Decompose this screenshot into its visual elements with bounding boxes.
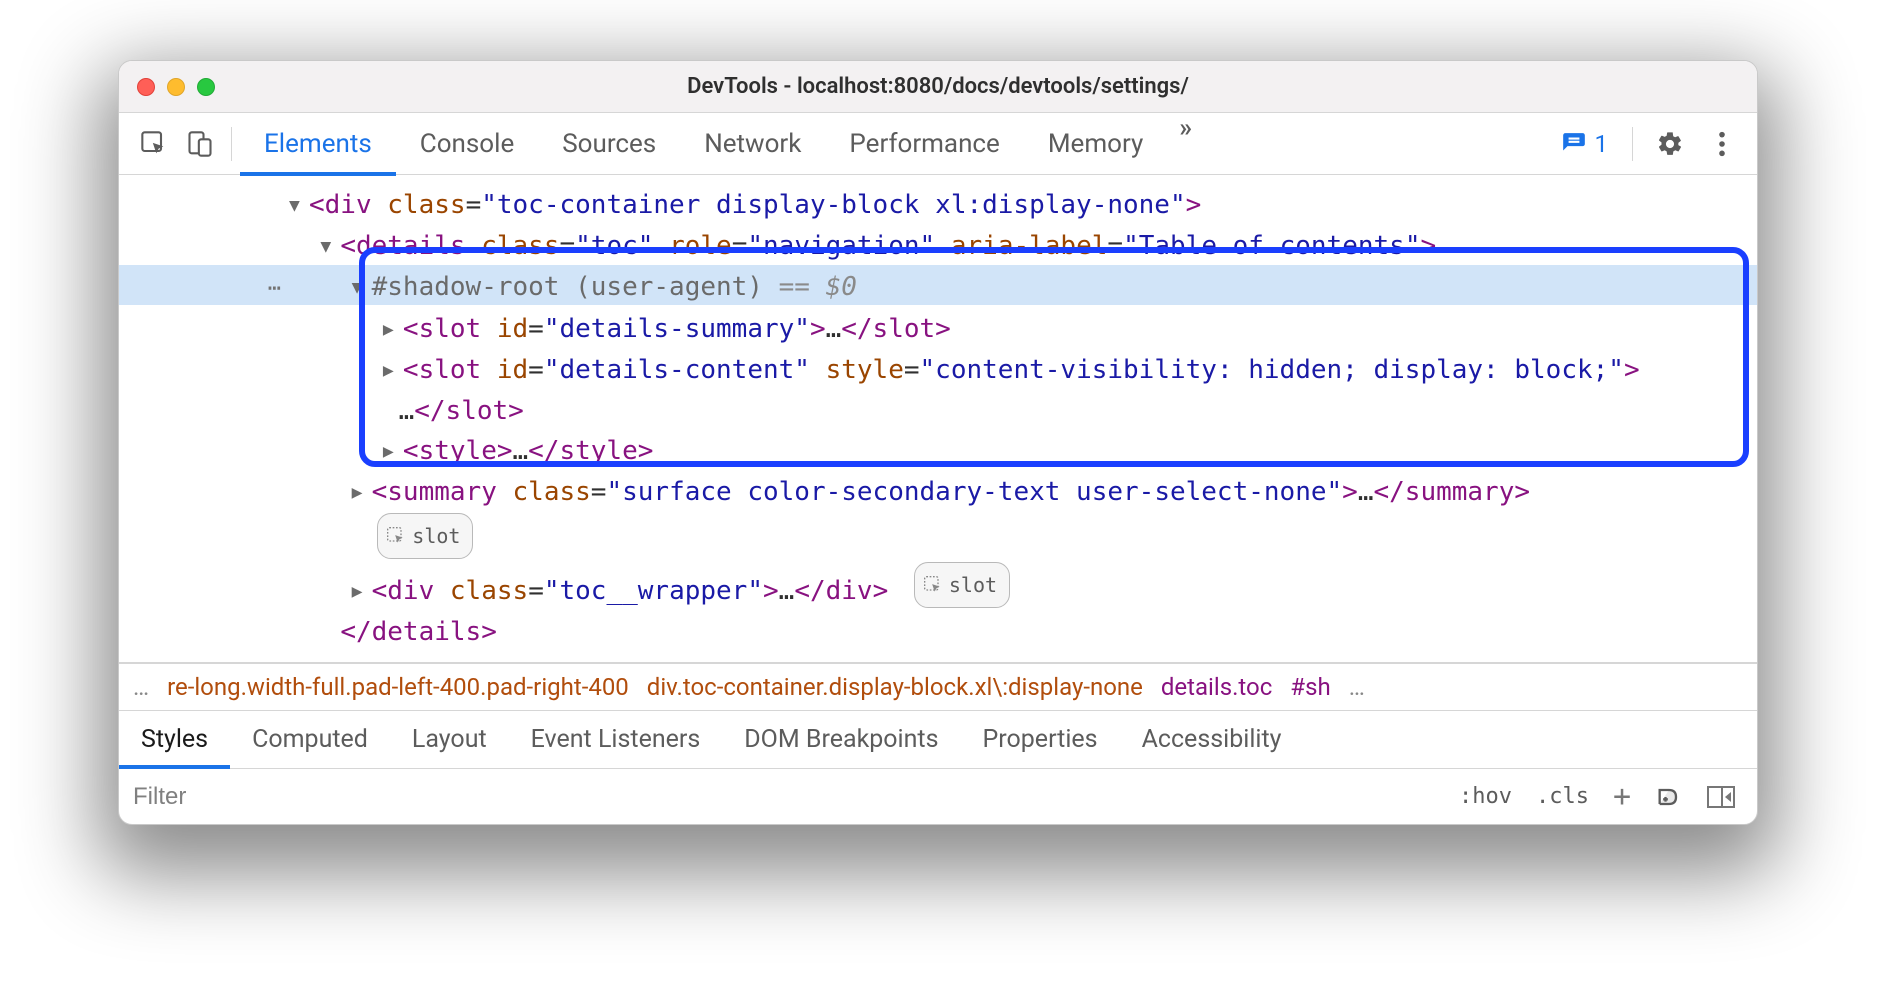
tree-row[interactable]: <summary class="surface color-secondary-… bbox=[119, 472, 1757, 513]
settings-gear-icon[interactable] bbox=[1647, 121, 1693, 167]
more-tabs-button[interactable]: » bbox=[1167, 113, 1204, 175]
tree-row[interactable]: </details> bbox=[119, 612, 1757, 652]
reveal-slot-badge[interactable]: slot bbox=[914, 562, 1010, 608]
crumb-item[interactable]: div.toc-container.display-block.xl\:disp… bbox=[647, 673, 1143, 701]
tree-row[interactable]: slot bbox=[119, 513, 1757, 562]
subtab-layout[interactable]: Layout bbox=[390, 711, 509, 768]
panel-tabs: Elements Console Sources Network Perform… bbox=[240, 113, 1551, 175]
subtab-accessibility[interactable]: Accessibility bbox=[1120, 711, 1304, 768]
tree-row-selected[interactable]: ⋯ #shadow-root (user-agent) == $0 bbox=[119, 267, 1757, 309]
separator bbox=[1632, 127, 1633, 161]
tree-row[interactable]: <slot id="details-content" style="conten… bbox=[119, 350, 1757, 391]
crumb-item[interactable]: #sh bbox=[1290, 673, 1330, 701]
plus-icon: + bbox=[1613, 779, 1631, 814]
device-toolbar-icon[interactable] bbox=[177, 121, 223, 167]
tree-row[interactable]: <style>…</style> bbox=[119, 431, 1757, 472]
new-style-rule-button[interactable]: + bbox=[1601, 769, 1643, 824]
dom-tree[interactable]: <div class="toc-container display-block … bbox=[119, 175, 1757, 662]
crumb-item[interactable]: re-long.width-full.pad-left-400.pad-righ… bbox=[167, 673, 629, 701]
cls-toggle-button[interactable]: .cls bbox=[1524, 769, 1601, 824]
computed-sidebar-toggle-icon[interactable] bbox=[1695, 769, 1747, 824]
crumb-item[interactable]: details.toc bbox=[1161, 673, 1272, 701]
subtab-event-listeners[interactable]: Event Listeners bbox=[509, 711, 723, 768]
subtab-styles[interactable]: Styles bbox=[119, 711, 230, 768]
tree-row[interactable]: <details class="toc" role="navigation" a… bbox=[119, 226, 1757, 267]
tab-console[interactable]: Console bbox=[396, 113, 538, 175]
tree-row[interactable]: <slot id="details-summary">…</slot> bbox=[119, 309, 1757, 350]
shadow-root-label: #shadow-root (user-agent) bbox=[372, 272, 763, 302]
toolbar-right: 1 bbox=[1551, 121, 1746, 167]
subtab-computed[interactable]: Computed bbox=[230, 711, 390, 768]
subtab-dom-breakpoints[interactable]: DOM Breakpoints bbox=[722, 711, 960, 768]
subtab-properties[interactable]: Properties bbox=[961, 711, 1120, 768]
tree-row-continuation[interactable]: …</slot> bbox=[119, 391, 1757, 431]
separator bbox=[231, 127, 232, 161]
crumb-overflow-right[interactable]: … bbox=[1349, 673, 1365, 701]
tab-sources[interactable]: Sources bbox=[538, 113, 680, 175]
main-toolbar: Elements Console Sources Network Perform… bbox=[119, 113, 1757, 175]
minimize-window-button[interactable] bbox=[167, 78, 185, 96]
tab-performance[interactable]: Performance bbox=[825, 113, 1023, 175]
tree-row[interactable]: <div class="toc__wrapper">…</div> slot bbox=[119, 562, 1757, 612]
styles-subtabs: Styles Computed Layout Event Listeners D… bbox=[119, 710, 1757, 768]
issues-button[interactable]: 1 bbox=[1551, 126, 1619, 162]
crumb-overflow-left[interactable]: … bbox=[133, 673, 149, 701]
tab-elements[interactable]: Elements bbox=[240, 113, 396, 175]
issues-count: 1 bbox=[1595, 130, 1609, 158]
styles-filter-bar: :hov .cls + bbox=[119, 768, 1757, 824]
window-controls bbox=[119, 78, 215, 96]
dollar-zero-label: == $0 bbox=[763, 272, 857, 302]
tab-network[interactable]: Network bbox=[680, 113, 825, 175]
close-window-button[interactable] bbox=[137, 78, 155, 96]
hov-toggle-button[interactable]: :hov bbox=[1447, 769, 1524, 824]
titlebar: DevTools - localhost:8080/docs/devtools/… bbox=[119, 61, 1757, 113]
devtools-window: DevTools - localhost:8080/docs/devtools/… bbox=[118, 60, 1758, 825]
window-title: DevTools - localhost:8080/docs/devtools/… bbox=[119, 74, 1757, 99]
kebab-menu-icon[interactable] bbox=[1699, 121, 1745, 167]
styles-filter-input[interactable] bbox=[119, 769, 1447, 824]
reveal-slot-badge[interactable]: slot bbox=[377, 513, 473, 559]
tab-memory[interactable]: Memory bbox=[1024, 113, 1167, 175]
inspect-element-icon[interactable] bbox=[131, 121, 177, 167]
zoom-window-button[interactable] bbox=[197, 78, 215, 96]
breadcrumb-bar: … re-long.width-full.pad-left-400.pad-ri… bbox=[119, 662, 1757, 710]
tree-row[interactable]: <div class="toc-container display-block … bbox=[119, 185, 1757, 226]
row-actions-ellipsis-icon[interactable]: ⋯ bbox=[268, 276, 283, 301]
rendering-emulations-icon[interactable] bbox=[1643, 769, 1695, 824]
